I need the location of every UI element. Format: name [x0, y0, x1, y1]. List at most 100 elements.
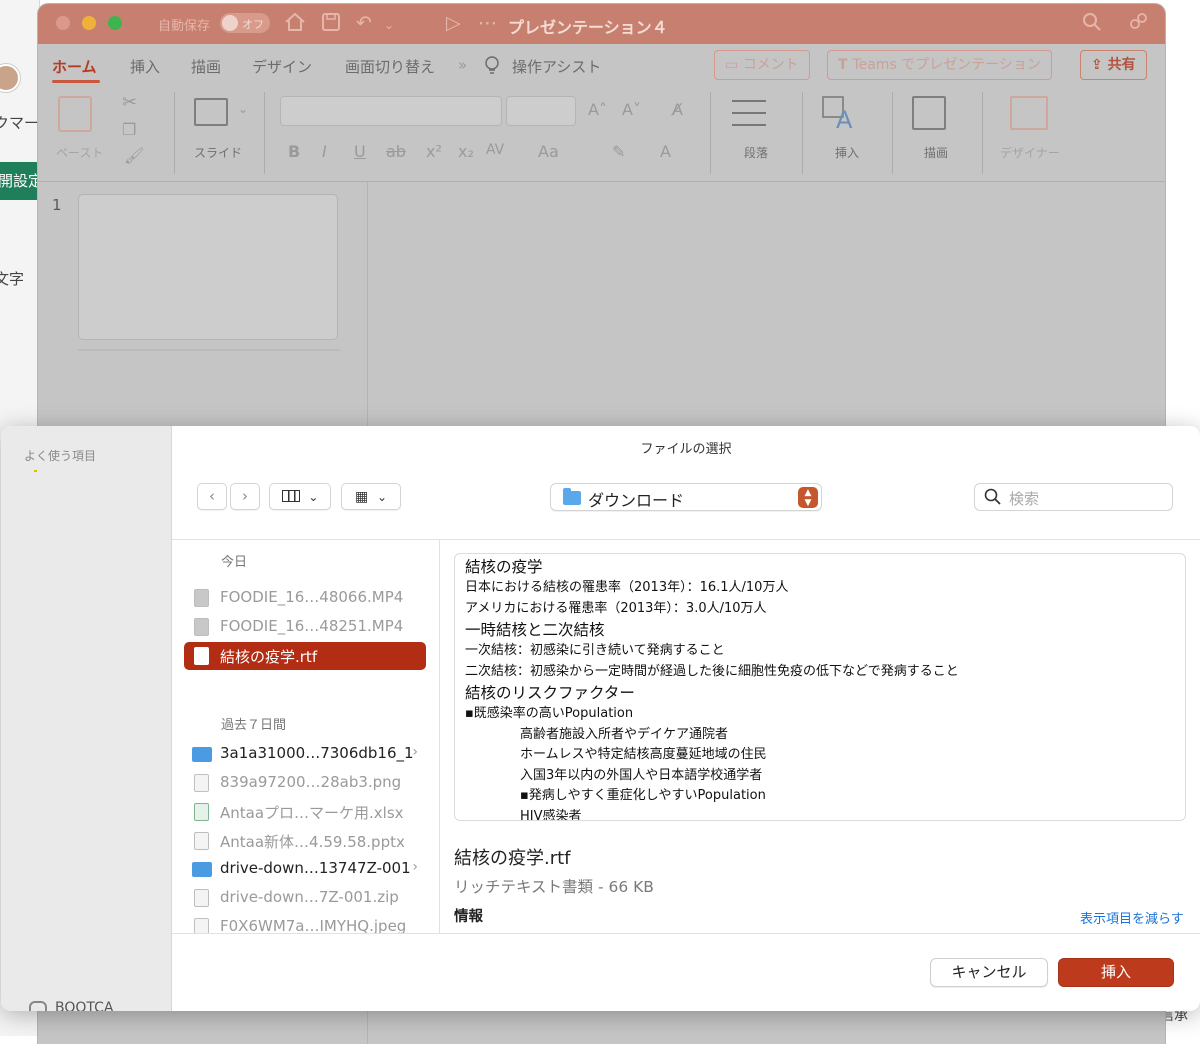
- chevron-down-icon[interactable]: ⌄: [238, 102, 248, 116]
- preview-line: ▪既感染率の高いPopulation: [465, 706, 634, 721]
- favorites-heading: よく使う項目: [24, 449, 97, 463]
- clear-formatting-icon[interactable]: A̸: [672, 100, 683, 119]
- file-row[interactable]: 839a97200…28ab3.png: [184, 769, 426, 797]
- search-icon[interactable]: [1082, 12, 1102, 37]
- location-value: ダウンロード: [588, 491, 685, 510]
- search-placeholder: 検索: [1009, 490, 1040, 508]
- file-row[interactable]: F0X6WM7a…IMYHQ.jpeg: [184, 913, 426, 933]
- paste-label: ペースト: [56, 146, 104, 160]
- preview-heading: 結核のリスクファクター: [465, 684, 635, 702]
- present-in-teams-button[interactable]: T Teams でプレゼンテーション: [827, 50, 1052, 80]
- popup-stepper-icon: ▲ ▼: [798, 487, 818, 508]
- file-row[interactable]: FOODIE_16…48251.MP4: [184, 613, 426, 641]
- preview-line: ▪発病しやすく重症化しやすいPopulation: [520, 788, 766, 803]
- home-icon[interactable]: [284, 12, 306, 37]
- designer-icon[interactable]: [1010, 96, 1048, 130]
- lightbulb-icon: [484, 56, 500, 80]
- play-icon[interactable]: ▷: [446, 12, 461, 34]
- paragraph-icon[interactable]: [732, 100, 766, 126]
- decrease-font-icon[interactable]: A˅: [622, 100, 641, 119]
- font-size-select[interactable]: [506, 96, 576, 126]
- save-icon[interactable]: [321, 12, 341, 37]
- group-button[interactable]: ▦ ⌄: [341, 483, 401, 510]
- preview-line: 日本における結核の罹患率（2013年）：16.1人/10万人: [465, 580, 789, 595]
- file-row-selected[interactable]: 結核の疫学.rtf: [184, 642, 426, 670]
- folder-row[interactable]: drive-down…13747Z-001 ›: [184, 855, 426, 883]
- more-icon[interactable]: ⋯: [478, 12, 497, 34]
- increase-font-icon[interactable]: A˄: [588, 100, 607, 119]
- preview-line: ホームレスや特定結核高度蔓延地域の住民: [520, 747, 767, 762]
- preview-heading: 結核の疫学: [465, 558, 543, 576]
- present-in-teams-label: Teams でプレゼンテーション: [852, 57, 1041, 73]
- tell-me-search[interactable]: 操作アシスト: [512, 56, 601, 77]
- autosave-toggle[interactable]: オフ: [220, 13, 270, 33]
- preview-line: 高齢者施設入所者やデイケア通院者: [520, 726, 729, 742]
- grid-icon: ▦: [354, 489, 369, 505]
- cancel-button[interactable]: キャンセル: [930, 958, 1048, 987]
- account-icon[interactable]: [1128, 12, 1150, 37]
- draw-icon[interactable]: [912, 96, 946, 130]
- background-settings-button[interactable]: 開設定: [0, 162, 40, 200]
- font-name-select[interactable]: [280, 96, 502, 126]
- subscript-button[interactable]: x₂: [458, 142, 474, 161]
- tab-home[interactable]: ホーム: [52, 56, 97, 77]
- comments-button[interactable]: ▭ コメント: [714, 50, 810, 80]
- drive-icon: [29, 1001, 47, 1011]
- slide-number: 1: [52, 196, 62, 214]
- chevron-down-icon: ⌄: [376, 490, 388, 504]
- change-case-button[interactable]: Aa: [538, 142, 559, 161]
- forward-button[interactable]: ›: [230, 483, 260, 510]
- ribbon-home: ✂ ❐ 🖌 ペースト ⌄ スライド A˄ A˅ A̸ B I U ab x² x…: [38, 86, 1165, 182]
- chevron-down-icon: ⌄: [308, 490, 319, 504]
- file-row[interactable]: Antaa新体…4.59.58.pptx: [184, 827, 426, 855]
- insert-button[interactable]: 挿入: [1058, 958, 1174, 987]
- italic-button[interactable]: I: [322, 142, 327, 161]
- view-mode-button[interactable]: ⌄: [269, 483, 331, 510]
- strikethrough-button[interactable]: ab: [386, 142, 406, 161]
- new-slide-icon[interactable]: [194, 98, 228, 126]
- slide-thumbnail[interactable]: [78, 194, 338, 340]
- search-field[interactable]: 検索: [974, 483, 1173, 511]
- tab-transitions[interactable]: 画面切り替え: [345, 56, 435, 77]
- sidebar-item-drive[interactable]: BOOTCA: [55, 1000, 113, 1011]
- minimize-window-button[interactable]: [82, 16, 96, 30]
- tab-design[interactable]: デザイン: [252, 56, 312, 77]
- copy-icon[interactable]: ❐: [122, 120, 136, 139]
- undo-dropdown-icon[interactable]: ⌄: [384, 18, 394, 32]
- share-button[interactable]: ⇪ 共有: [1080, 50, 1147, 80]
- location-popup[interactable]: ダウンロード ▲ ▼: [550, 483, 822, 511]
- ribbon-tabs: ホーム 挿入 描画 デザイン 画面切り替え » 操作アシスト ▭ コメント T …: [38, 44, 1165, 86]
- underline-button[interactable]: U: [354, 142, 366, 161]
- highlighter-icon[interactable]: ✎: [612, 142, 625, 161]
- undo-icon[interactable]: ↶: [356, 12, 372, 34]
- selected-file-name: 結核の疫学.rtf: [454, 848, 571, 869]
- tab-draw[interactable]: 描画: [191, 56, 221, 77]
- clipboard-icon[interactable]: [58, 96, 92, 132]
- folder-row[interactable]: 3a1a31000…7306db16_1 ›: [184, 740, 426, 768]
- preview-heading: 一時結核と二次結核: [465, 621, 605, 639]
- character-spacing-button[interactable]: AV: [486, 142, 504, 158]
- cut-icon[interactable]: ✂: [122, 92, 137, 113]
- dialog-title: ファイルの選択: [640, 442, 732, 457]
- superscript-button[interactable]: x²: [426, 142, 442, 161]
- file-row[interactable]: Antaaプロ…マーケ用.xlsx: [184, 798, 426, 826]
- file-column: 今日 FOODIE_16…48066.MP4 FOODIE_16…48251.M…: [172, 540, 440, 933]
- font-color-button[interactable]: A: [660, 142, 671, 161]
- comments-button-label: コメント: [742, 57, 799, 73]
- show-less-link[interactable]: 表示項目を減らす: [1080, 908, 1184, 926]
- image-file-icon: [194, 918, 209, 933]
- file-preview: 結核の疫学 日本における結核の罹患率（2013年）：16.1人/10万人 アメリ…: [454, 553, 1186, 821]
- file-row[interactable]: drive-down…7Z-001.zip: [184, 884, 426, 912]
- bold-button[interactable]: B: [288, 142, 300, 161]
- text-box-icon[interactable]: A: [822, 96, 858, 134]
- format-painter-icon[interactable]: 🖌: [124, 146, 144, 165]
- close-window-button[interactable]: [56, 16, 70, 30]
- preview-line: 入国3年以内の外国人や日本語学校通学者: [520, 767, 763, 783]
- more-tabs-icon[interactable]: »: [458, 56, 467, 74]
- ribbon-separator: [174, 92, 175, 174]
- file-row[interactable]: FOODIE_16…48066.MP4: [184, 584, 426, 612]
- back-button[interactable]: ‹: [197, 483, 227, 510]
- document-title: プレゼンテーション４: [508, 18, 668, 37]
- zoom-window-button[interactable]: [108, 16, 122, 30]
- tab-insert[interactable]: 挿入: [130, 56, 160, 77]
